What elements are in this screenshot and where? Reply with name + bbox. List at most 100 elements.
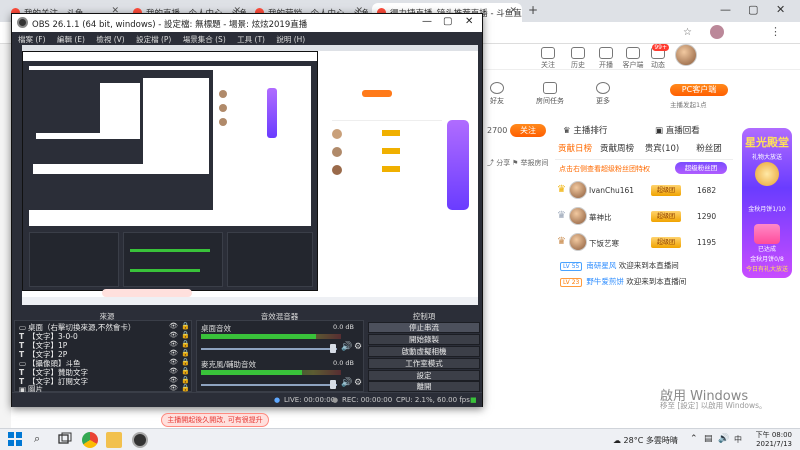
eye-icon[interactable]: 👁 <box>169 376 178 384</box>
eye-icon[interactable]: 👁 <box>169 349 178 357</box>
rank-title-label: 主播排行 <box>573 126 608 136</box>
volume-slider-track[interactable] <box>201 384 337 386</box>
start-menu-icon[interactable] <box>8 432 24 448</box>
menu-edit[interactable]: 編輯 (E) <box>57 35 85 44</box>
obs-preview-canvas[interactable] <box>22 45 478 305</box>
tab-close-icon[interactable]: ✕ <box>509 6 517 16</box>
profile-avatar-icon[interactable] <box>710 25 724 39</box>
promo-line4: 今日有礼大放送 <box>745 266 788 273</box>
header-feed[interactable]: 99+ 动态 <box>644 44 672 70</box>
rank-row[interactable]: ♛ IvanChu161 超级团 1682 <box>555 178 725 204</box>
lock-icon[interactable]: 🔒 <box>181 340 190 348</box>
close-window-button[interactable]: ✕ <box>776 3 785 16</box>
menu-scene-collection[interactable]: 場景集合 (S) <box>183 35 226 44</box>
chat-user[interactable]: 南研星风 <box>586 261 616 270</box>
tab-weekly-rank[interactable]: 贡献周榜 <box>595 138 639 160</box>
mixer-dock: 桌面音效 0.0 dB 🔊 ⚙ 麥克風/輔助音效 0.0 dB 🔊 ⚙ <box>196 320 364 392</box>
obs-taskbar-icon[interactable] <box>132 432 148 448</box>
weather-text: 多雲時晴 <box>645 436 678 445</box>
gear-icon[interactable]: ⚙ <box>354 342 362 352</box>
promo-banner[interactable]: 星光殿堂 礼物大放送 金秋月饼1/10 已达成 金秋月饼0/8 今日有礼大放送 <box>742 128 792 278</box>
star-icon[interactable]: ☆ <box>683 27 692 38</box>
follow-button[interactable]: 关注 <box>510 124 546 137</box>
chat-user[interactable]: 野牛爱煎饼 <box>586 277 624 286</box>
volume-icon[interactable]: 🔊 <box>718 434 729 444</box>
search-icon[interactable]: ⌕ <box>34 432 50 448</box>
weather-widget[interactable]: ☁ 28°C 多雲時晴 <box>613 435 678 446</box>
header-client[interactable]: 客户端 <box>619 44 647 70</box>
maximize-button[interactable]: ▢ <box>748 3 758 16</box>
preview-nested-obs-4 <box>36 83 100 133</box>
header-history[interactable]: 历史 <box>564 44 592 70</box>
speaker-icon[interactable]: 🔊 <box>341 342 352 352</box>
lock-icon[interactable]: 🔒 <box>181 376 190 384</box>
browser-menu-icon[interactable]: ⋮ <box>770 25 781 38</box>
obs-close-button[interactable]: ✕ <box>465 16 473 27</box>
mixer-channel-mic: 麥克風/輔助音效 <box>201 360 257 369</box>
menu-profile[interactable]: 設定檔 (P) <box>136 35 171 44</box>
header-client-label: 客户端 <box>622 61 644 69</box>
eye-icon[interactable]: 👁 <box>169 367 178 375</box>
crown-icon: ♛ <box>557 236 566 247</box>
lock-icon[interactable]: 🔒 <box>181 384 190 392</box>
user-avatar[interactable] <box>675 44 697 66</box>
tab-fan-club[interactable]: 粉丝团 <box>687 138 731 160</box>
chrome-icon[interactable] <box>82 432 98 448</box>
tray-chevron-icon[interactable]: ⌃ <box>690 434 698 444</box>
volume-slider-knob[interactable] <box>330 380 336 389</box>
network-icon[interactable]: ▤ <box>704 434 713 444</box>
lock-icon[interactable]: 🔒 <box>181 358 190 366</box>
tab-daily-rank[interactable]: 贡献日榜 <box>555 138 595 160</box>
gear-icon[interactable]: ⚙ <box>354 378 362 388</box>
new-tab-icon[interactable]: + <box>528 3 538 17</box>
nav-friends[interactable]: 好友 <box>480 82 514 106</box>
stream-tip-bubble[interactable]: 主播開起後久開改, 可有很提升 <box>161 413 269 427</box>
menu-tools[interactable]: 工具 (T) <box>237 35 265 44</box>
obs-maximize-button[interactable]: ▢ <box>443 16 452 27</box>
share-button[interactable]: ⤴ 分享 <box>487 158 510 168</box>
start-virtual-camera-button[interactable]: 啟動虛擬相機 <box>368 346 480 357</box>
menu-file[interactable]: 檔案 (F) <box>18 35 46 44</box>
speaker-icon[interactable]: 🔊 <box>341 378 352 388</box>
eye-icon[interactable]: 👁 <box>169 358 178 366</box>
studio-mode-button[interactable]: 工作室模式 <box>368 358 480 369</box>
lock-icon[interactable]: 🔒 <box>181 331 190 339</box>
ime-indicator[interactable]: 中 <box>734 434 742 445</box>
eye-icon[interactable]: 👁 <box>169 340 178 348</box>
rank-row[interactable]: ♛ 下饭艺寒 超级团 1195 <box>555 230 725 256</box>
room-task-icon <box>543 82 557 94</box>
promo-title: 星光殿堂 <box>745 136 789 149</box>
lock-icon[interactable]: 🔒 <box>181 322 190 330</box>
volume-slider-track[interactable] <box>201 348 337 350</box>
replay-title[interactable]: ▣ 直播回看 <box>655 124 700 136</box>
preview-tag <box>382 166 400 172</box>
menu-view[interactable]: 檢視 (V) <box>96 35 124 44</box>
eye-icon[interactable]: 👁 <box>169 384 178 392</box>
exit-button[interactable]: 離開 <box>368 381 480 392</box>
task-view-icon[interactable] <box>58 432 74 448</box>
minimize-button[interactable]: — <box>720 3 731 16</box>
lock-icon[interactable]: 🔒 <box>181 367 190 375</box>
super-fan-club-button[interactable]: 超级粉丝团 <box>675 162 727 174</box>
clock[interactable]: 下午 08:00 2021/7/13 <box>756 431 792 449</box>
tab-vip[interactable]: 贵宾(10) <box>641 138 683 160</box>
stop-streaming-button[interactable]: 停止串流 <box>368 322 480 333</box>
rank-title[interactable]: ♛ 主播排行 <box>563 124 607 136</box>
eye-icon[interactable]: 👁 <box>169 331 178 339</box>
nav-more[interactable]: 更多 <box>586 82 620 106</box>
report-button[interactable]: ⚑ 举报房间 <box>512 158 549 168</box>
obs-minimize-button[interactable]: — <box>422 16 432 27</box>
header-follow[interactable]: 关注 <box>534 44 562 70</box>
settings-button[interactable]: 設定 <box>368 370 480 381</box>
nav-room-task[interactable]: 房间任务 <box>530 82 570 106</box>
lock-icon[interactable]: 🔒 <box>181 349 190 357</box>
eye-icon[interactable]: 👁 <box>169 322 178 330</box>
header-broadcast[interactable]: 开播 <box>592 44 620 70</box>
rank-row[interactable]: ♛ 華神比 超级团 1290 <box>555 204 725 230</box>
pc-client-button[interactable]: PC客户端 <box>670 84 728 96</box>
preview-site-panel <box>322 60 472 260</box>
start-recording-button[interactable]: 開始錄製 <box>368 334 480 345</box>
menu-help[interactable]: 說明 (H) <box>276 35 305 44</box>
volume-slider-knob[interactable] <box>330 344 336 353</box>
file-explorer-icon[interactable] <box>106 432 122 448</box>
